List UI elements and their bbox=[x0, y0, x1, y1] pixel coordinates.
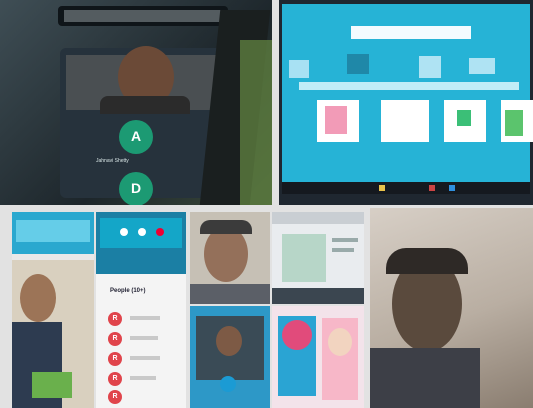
panel-people: People (10+) R R R R R bbox=[96, 212, 186, 408]
person-avatar-4[interactable]: R bbox=[108, 372, 122, 386]
person-avatar-3[interactable]: R bbox=[108, 352, 122, 366]
person-avatar-2[interactable]: R bbox=[108, 332, 122, 346]
panel-webcam-large bbox=[370, 208, 533, 408]
panel-quiz bbox=[272, 306, 364, 408]
student-face bbox=[20, 274, 56, 322]
avatar-a[interactable]: A bbox=[119, 120, 153, 154]
panel-webcam-small bbox=[190, 212, 270, 304]
participant-name: Jahnavi Shetty bbox=[96, 158, 129, 164]
person-avatar-5[interactable]: R bbox=[108, 390, 122, 404]
panel-screen-share bbox=[272, 212, 364, 304]
lesson-label-row bbox=[299, 82, 519, 90]
panel-call-phone: Jahnavi Shetty A D bbox=[0, 0, 272, 205]
lesson-card-2[interactable] bbox=[381, 100, 429, 142]
people-title: People (10+) bbox=[110, 288, 146, 294]
panel-lesson-board bbox=[279, 0, 533, 205]
video-call-collage: Jahnavi Shetty A D People (10+) R R R R … bbox=[0, 0, 533, 408]
panel-classroom bbox=[12, 212, 94, 408]
call-avatar[interactable] bbox=[220, 376, 236, 392]
person-avatar-1[interactable]: R bbox=[108, 312, 122, 326]
teacher-face bbox=[204, 226, 248, 282]
panel-call-thumb bbox=[190, 306, 270, 408]
lesson-title-strip bbox=[351, 26, 471, 39]
avatar-d[interactable]: D bbox=[119, 172, 153, 205]
taskbar bbox=[282, 182, 530, 194]
